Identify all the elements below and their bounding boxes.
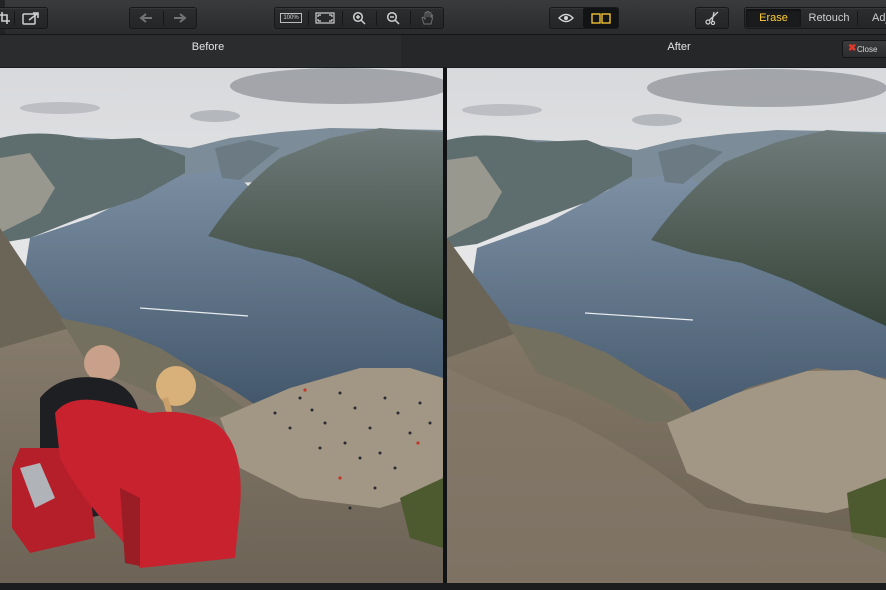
- zoom-in-icon[interactable]: [343, 8, 375, 28]
- actual-size-icon: 100%: [280, 13, 302, 23]
- file-tools-group: [0, 7, 48, 29]
- undo-icon[interactable]: [130, 8, 162, 28]
- eye-icon[interactable]: [550, 8, 582, 28]
- cut-tool-group: [695, 7, 729, 29]
- top-toolbar: 100% Erase Retouch Ad: [0, 0, 886, 35]
- history-group: [129, 7, 197, 29]
- after-image[interactable]: [447, 68, 886, 583]
- adjust-tab[interactable]: Adj: [858, 8, 886, 28]
- share-icon[interactable]: [15, 8, 47, 28]
- close-button[interactable]: ✖ Close: [842, 40, 886, 58]
- bottom-edge: [0, 583, 886, 590]
- fit-screen-icon[interactable]: [309, 8, 341, 28]
- scissors-icon[interactable]: [696, 8, 728, 28]
- compare-icon[interactable]: [583, 8, 618, 28]
- compare-mode-group: [549, 7, 619, 29]
- actual-size-button[interactable]: 100%: [275, 8, 307, 28]
- retouch-tab[interactable]: Retouch: [803, 8, 855, 28]
- redo-icon[interactable]: [164, 8, 196, 28]
- edit-mode-group: Erase Retouch Adj: [744, 7, 886, 29]
- erase-tab[interactable]: Erase: [746, 9, 801, 27]
- view-tools-group: 100%: [274, 7, 444, 29]
- close-icon: ✖: [848, 43, 857, 54]
- before-label: Before: [191, 41, 225, 53]
- compare-label-bar: Before After ✖ Close: [0, 35, 886, 67]
- crop-icon[interactable]: [0, 8, 13, 28]
- after-label: After: [667, 41, 691, 53]
- hand-icon[interactable]: [411, 8, 443, 28]
- before-image[interactable]: [0, 68, 443, 583]
- zoom-out-icon[interactable]: [377, 8, 409, 28]
- close-label: Close: [857, 44, 878, 54]
